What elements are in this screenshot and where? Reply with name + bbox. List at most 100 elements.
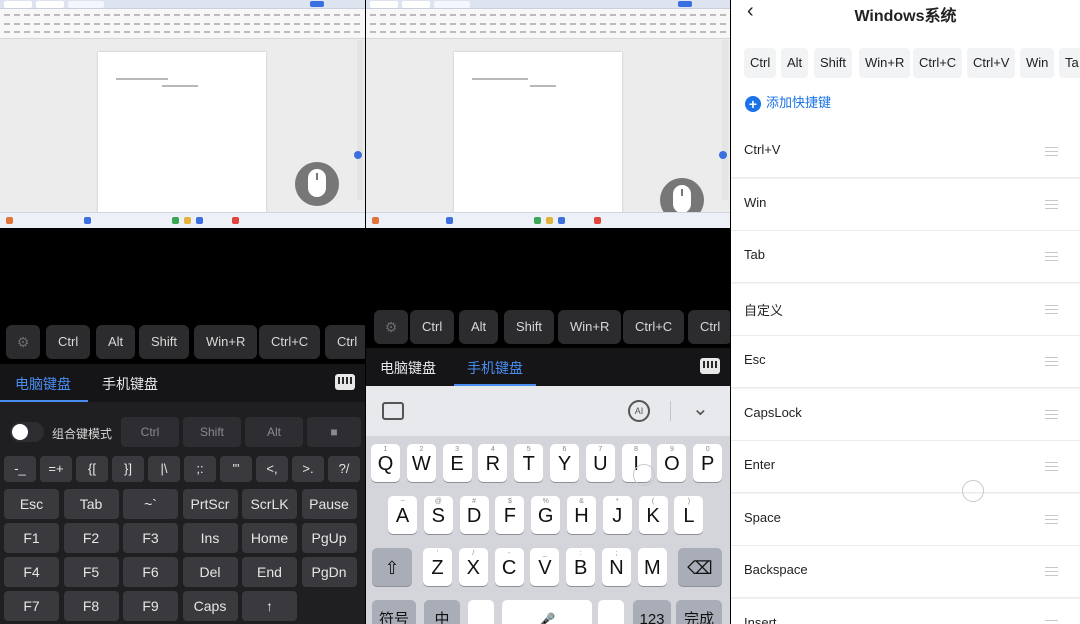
keyboard-key[interactable]: Ins: [182, 523, 238, 553]
letter-key[interactable]: ) L: [674, 496, 704, 534]
done-key[interactable]: 完成: [676, 600, 722, 624]
modifier-key[interactable]: Ctrl: [121, 417, 179, 447]
symbol-key[interactable]: -_: [4, 456, 36, 482]
shift-key-icon[interactable]: ⇧: [372, 548, 412, 586]
quick-chip[interactable]: Shift: [814, 48, 853, 78]
shortcut-chip[interactable]: Ctrl: [410, 310, 455, 344]
symbol-key[interactable]: '": [220, 456, 252, 482]
quick-chip[interactable]: Ctrl+V: [967, 48, 1016, 78]
space-key-mic-icon[interactable]: 🎤: [502, 600, 592, 624]
letter-key[interactable]: / X: [458, 548, 488, 586]
language-key[interactable]: 中: [424, 600, 460, 624]
remote-desktop-view[interactable]: [366, 0, 730, 228]
keyboard-key[interactable]: ~`: [123, 489, 178, 519]
drag-handle-icon[interactable]: [1045, 567, 1058, 576]
quick-chip[interactable]: Ctrl: [744, 48, 777, 78]
ai-icon[interactable]: AI: [628, 400, 650, 422]
shortcut-list-item[interactable]: Enter: [731, 441, 1080, 493]
backspace-key-icon[interactable]: ⌫: [678, 548, 722, 586]
shortcut-list-item[interactable]: 自定义: [731, 283, 1080, 336]
drag-handle-icon[interactable]: [1045, 357, 1058, 366]
shortcut-chip[interactable]: Ctrl+C: [259, 325, 321, 359]
drag-handle-icon[interactable]: [1045, 147, 1058, 156]
combo-mode-toggle[interactable]: [10, 422, 44, 442]
keyboard-key[interactable]: F8: [63, 591, 119, 621]
drag-handle-icon[interactable]: [1045, 304, 1058, 314]
keyboard-key[interactable]: F6: [123, 557, 178, 587]
shortcut-list-item[interactable]: Ctrl+V: [731, 126, 1080, 178]
comma-key[interactable]: [468, 600, 494, 624]
shortcut-chip[interactable]: Ctrl: [688, 310, 730, 344]
letter-key[interactable]: -C: [494, 548, 524, 586]
keyboard-key[interactable]: F9: [123, 591, 178, 621]
letter-key[interactable]: % G: [531, 496, 561, 534]
symbol-key[interactable]: }]: [112, 456, 144, 482]
keyboard-key[interactable]: Esc: [4, 489, 59, 519]
quick-chip[interactable]: Ta: [1059, 48, 1080, 78]
shortcut-chip[interactable]: Shift: [504, 310, 555, 344]
assistant-icon[interactable]: [354, 151, 362, 159]
letter-key[interactable]: M: [637, 548, 667, 586]
keyboard-key[interactable]: Caps: [182, 591, 238, 621]
shortcut-chip[interactable]: Alt: [459, 310, 499, 344]
letter-key[interactable]: 7U: [585, 444, 615, 482]
letter-key[interactable]: 6Y: [550, 444, 579, 482]
settings-gear-icon[interactable]: ⚙: [374, 310, 408, 344]
letter-key[interactable]: # D: [459, 496, 489, 534]
shortcut-list-item[interactable]: Space: [731, 493, 1080, 546]
quick-chip[interactable]: Ctrl+C: [913, 48, 963, 78]
symbol-key[interactable]: |\: [148, 456, 180, 482]
quick-chip[interactable]: Win: [1020, 48, 1055, 78]
drag-handle-icon[interactable]: [1045, 199, 1058, 209]
symbol-key[interactable]: =+: [40, 456, 72, 482]
letter-key[interactable]: $ F: [495, 496, 525, 534]
keyboard-key[interactable]: PrtScr: [182, 489, 238, 519]
tab-pc-keyboard[interactable]: 电脑键盘: [380, 358, 436, 378]
keyboard-key[interactable]: Del: [182, 557, 238, 587]
shortcut-list-item[interactable]: Win: [731, 178, 1080, 231]
drag-handle-icon[interactable]: [1045, 252, 1058, 261]
keyboard-key[interactable]: F2: [63, 523, 119, 553]
letter-key[interactable]: ~ A: [388, 496, 417, 534]
windows-key-icon[interactable]: ■: [307, 417, 361, 447]
keyboard-layout-icon[interactable]: [382, 402, 404, 420]
letter-key[interactable]: 5T: [514, 444, 544, 482]
scrollbar[interactable]: [722, 40, 728, 200]
symbol-key[interactable]: ;:: [184, 456, 216, 482]
keyboard-key[interactable]: F1: [4, 523, 59, 553]
floating-mouse-button[interactable]: [295, 162, 339, 206]
tab-pc-keyboard[interactable]: 电脑键盘: [15, 374, 71, 394]
keyboard-key[interactable]: F5: [63, 557, 119, 587]
shortcut-chip[interactable]: Ctrl+C: [623, 310, 685, 344]
shortcut-list-item[interactable]: Backspace: [731, 546, 1080, 598]
letter-key[interactable]: 3E: [442, 444, 472, 482]
period-key[interactable]: [598, 600, 624, 624]
drag-handle-icon[interactable]: [1045, 462, 1058, 471]
tab-phone-keyboard[interactable]: 手机键盘: [102, 374, 158, 394]
chevron-down-icon[interactable]: ⌄: [692, 396, 709, 421]
shortcut-chip[interactable]: Shift: [139, 325, 190, 359]
symbol-key[interactable]: ?/: [328, 456, 360, 482]
shortcut-chip[interactable]: Ctrl: [325, 325, 365, 359]
keyboard-icon[interactable]: [335, 374, 355, 390]
letter-key[interactable]: 4R: [478, 444, 508, 482]
quick-chip[interactable]: Win+R: [859, 48, 911, 78]
letter-key[interactable]: (K: [638, 496, 668, 534]
drag-handle-icon[interactable]: [1045, 514, 1058, 524]
letter-key[interactable]: 9O: [657, 444, 687, 482]
shortcut-chip[interactable]: Alt: [96, 325, 136, 359]
modifier-key[interactable]: Alt: [245, 417, 303, 447]
symbols-key[interactable]: 符号: [372, 600, 416, 624]
keyboard-key[interactable]: End: [242, 557, 297, 587]
letter-key[interactable]: @ S: [423, 496, 453, 534]
letter-key[interactable]: ' Z: [423, 548, 452, 586]
shortcut-chip[interactable]: Win+R: [558, 310, 622, 344]
keyboard-key[interactable]: PgDn: [301, 557, 357, 587]
numbers-key[interactable]: 123: [633, 600, 671, 624]
add-shortcut-button[interactable]: + 添加快捷键: [745, 92, 831, 112]
keyboard-key[interactable]: Tab: [63, 489, 119, 519]
keyboard-key[interactable]: F7: [4, 591, 59, 621]
letter-key[interactable]: * J: [602, 496, 632, 534]
keyboard-icon[interactable]: [700, 358, 720, 374]
modifier-key[interactable]: Shift: [183, 417, 241, 447]
